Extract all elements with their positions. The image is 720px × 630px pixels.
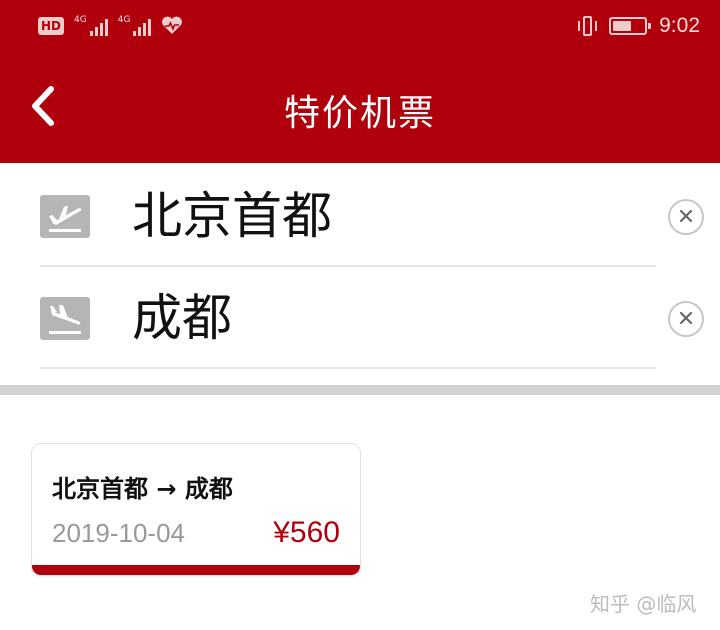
departure-city[interactable]: 北京首都 [132,186,332,246]
clear-departure-button[interactable] [668,199,704,235]
arrival-field[interactable]: 成都 [0,268,720,368]
ticket-route: 北京首都 → 成都 [52,475,233,503]
vibrate-icon [577,15,598,37]
divider [40,367,656,369]
plane-landing-icon [40,297,90,340]
arrival-city[interactable]: 成都 [132,288,232,348]
close-icon [679,310,693,329]
signal-icon: 4G [118,16,152,36]
heart-icon [161,15,183,38]
hd-icon: HD [38,17,65,35]
status-right: 9:02 [577,12,700,40]
divider [40,265,656,267]
ticket-accent-bar [32,565,360,575]
plane-takeoff-icon [40,195,90,238]
ticket-price: ¥560 [273,516,340,549]
sim2-label: 4G [117,15,131,25]
app-header: HD 4G 4G 9:02 特价机票 [0,0,720,163]
ticket-date: 2019-10-04 [52,518,185,548]
sim1-label: 4G [74,15,87,25]
page-title: 特价机票 [283,93,436,134]
signal-icon: 4G [74,16,108,36]
watermark: 知乎 @临风 [590,592,697,616]
status-bar: HD 4G 4G 9:02 [0,0,720,52]
departure-field[interactable]: 北京首都 [0,166,720,266]
clear-arrival-button[interactable] [668,301,704,337]
close-icon [679,208,693,227]
section-separator [0,385,720,395]
status-time: 9:02 [659,14,700,37]
battery-fill [613,21,632,31]
status-left: HD 4G 4G [38,14,183,38]
ticket-card[interactable]: 北京首都 → 成都 2019-10-04 ¥560 [31,443,361,576]
battery-icon [609,17,652,35]
